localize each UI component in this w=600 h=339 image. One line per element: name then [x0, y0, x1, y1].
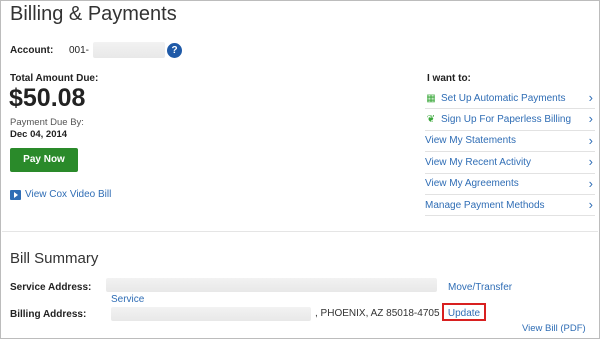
leaf-icon: ❦ — [426, 114, 436, 126]
menu-item-view-agreements[interactable]: View My Agreements › — [425, 174, 595, 195]
billing-address-label: Billing Address: — [10, 309, 87, 320]
payment-due-label: Payment Due By: — [10, 117, 84, 128]
redacted-billing-address — [111, 307, 311, 321]
calendar-icon: ▦ — [426, 92, 436, 104]
menu-item-recent-activity[interactable]: View My Recent Activity › — [425, 152, 595, 174]
view-video-bill-link[interactable]: View Cox Video Bill — [10, 189, 111, 200]
account-number: 001- — [69, 45, 90, 56]
i-want-menu: ▦ Set Up Automatic Payments › ❦ Sign Up … — [425, 88, 595, 217]
total-amount-label: Total Amount Due: — [10, 73, 99, 84]
pay-now-button[interactable]: Pay Now — [10, 148, 78, 172]
redacted-service-address — [106, 278, 437, 292]
chevron-right-icon: › — [588, 154, 593, 170]
billing-address-city: , PHOENIX, AZ 85018-4705 — [315, 308, 440, 319]
menu-item-label: View My Recent Activity — [425, 156, 531, 168]
bill-summary-title: Bill Summary — [10, 250, 99, 267]
account-label: Account: — [10, 45, 54, 56]
move-transfer-link[interactable]: Move/Transfer — [448, 282, 512, 293]
chevron-right-icon: › — [588, 132, 593, 148]
redacted-account-number — [93, 42, 165, 58]
chevron-right-icon: › — [588, 111, 593, 127]
payment-due-date: Dec 04, 2014 — [10, 129, 68, 140]
service-link[interactable]: Service — [111, 294, 144, 305]
menu-item-automatic-payments[interactable]: ▦ Set Up Automatic Payments › — [425, 88, 595, 110]
menu-item-label: Sign Up For Paperless Billing — [441, 114, 572, 126]
i-want-heading: I want to: — [427, 73, 471, 84]
chevron-right-icon: › — [588, 196, 593, 212]
billing-panel: Billing & Payments Account: 001- ? Total… — [0, 0, 600, 339]
menu-item-label: Manage Payment Methods — [425, 199, 545, 211]
help-icon[interactable]: ? — [167, 43, 182, 58]
amount-due: $50.08 — [9, 84, 86, 112]
menu-item-paperless-billing[interactable]: ❦ Sign Up For Paperless Billing › — [425, 109, 595, 131]
view-bill-pdf-link[interactable]: View Bill (PDF) — [522, 323, 586, 334]
menu-item-payment-methods[interactable]: Manage Payment Methods › — [425, 195, 595, 217]
chevron-right-icon: › — [588, 175, 593, 191]
page-title: Billing & Payments — [10, 3, 177, 25]
section-divider — [2, 231, 598, 232]
view-video-bill-label: View Cox Video Bill — [25, 189, 112, 200]
video-play-icon — [10, 189, 21, 200]
menu-item-view-statements[interactable]: View My Statements › — [425, 131, 595, 153]
menu-item-label: View My Statements — [425, 135, 516, 147]
service-address-label: Service Address: — [10, 282, 92, 293]
menu-item-label: Set Up Automatic Payments — [441, 92, 566, 104]
chevron-right-icon: › — [588, 90, 593, 105]
update-link[interactable]: Update — [442, 303, 486, 321]
menu-item-label: View My Agreements — [425, 178, 519, 190]
